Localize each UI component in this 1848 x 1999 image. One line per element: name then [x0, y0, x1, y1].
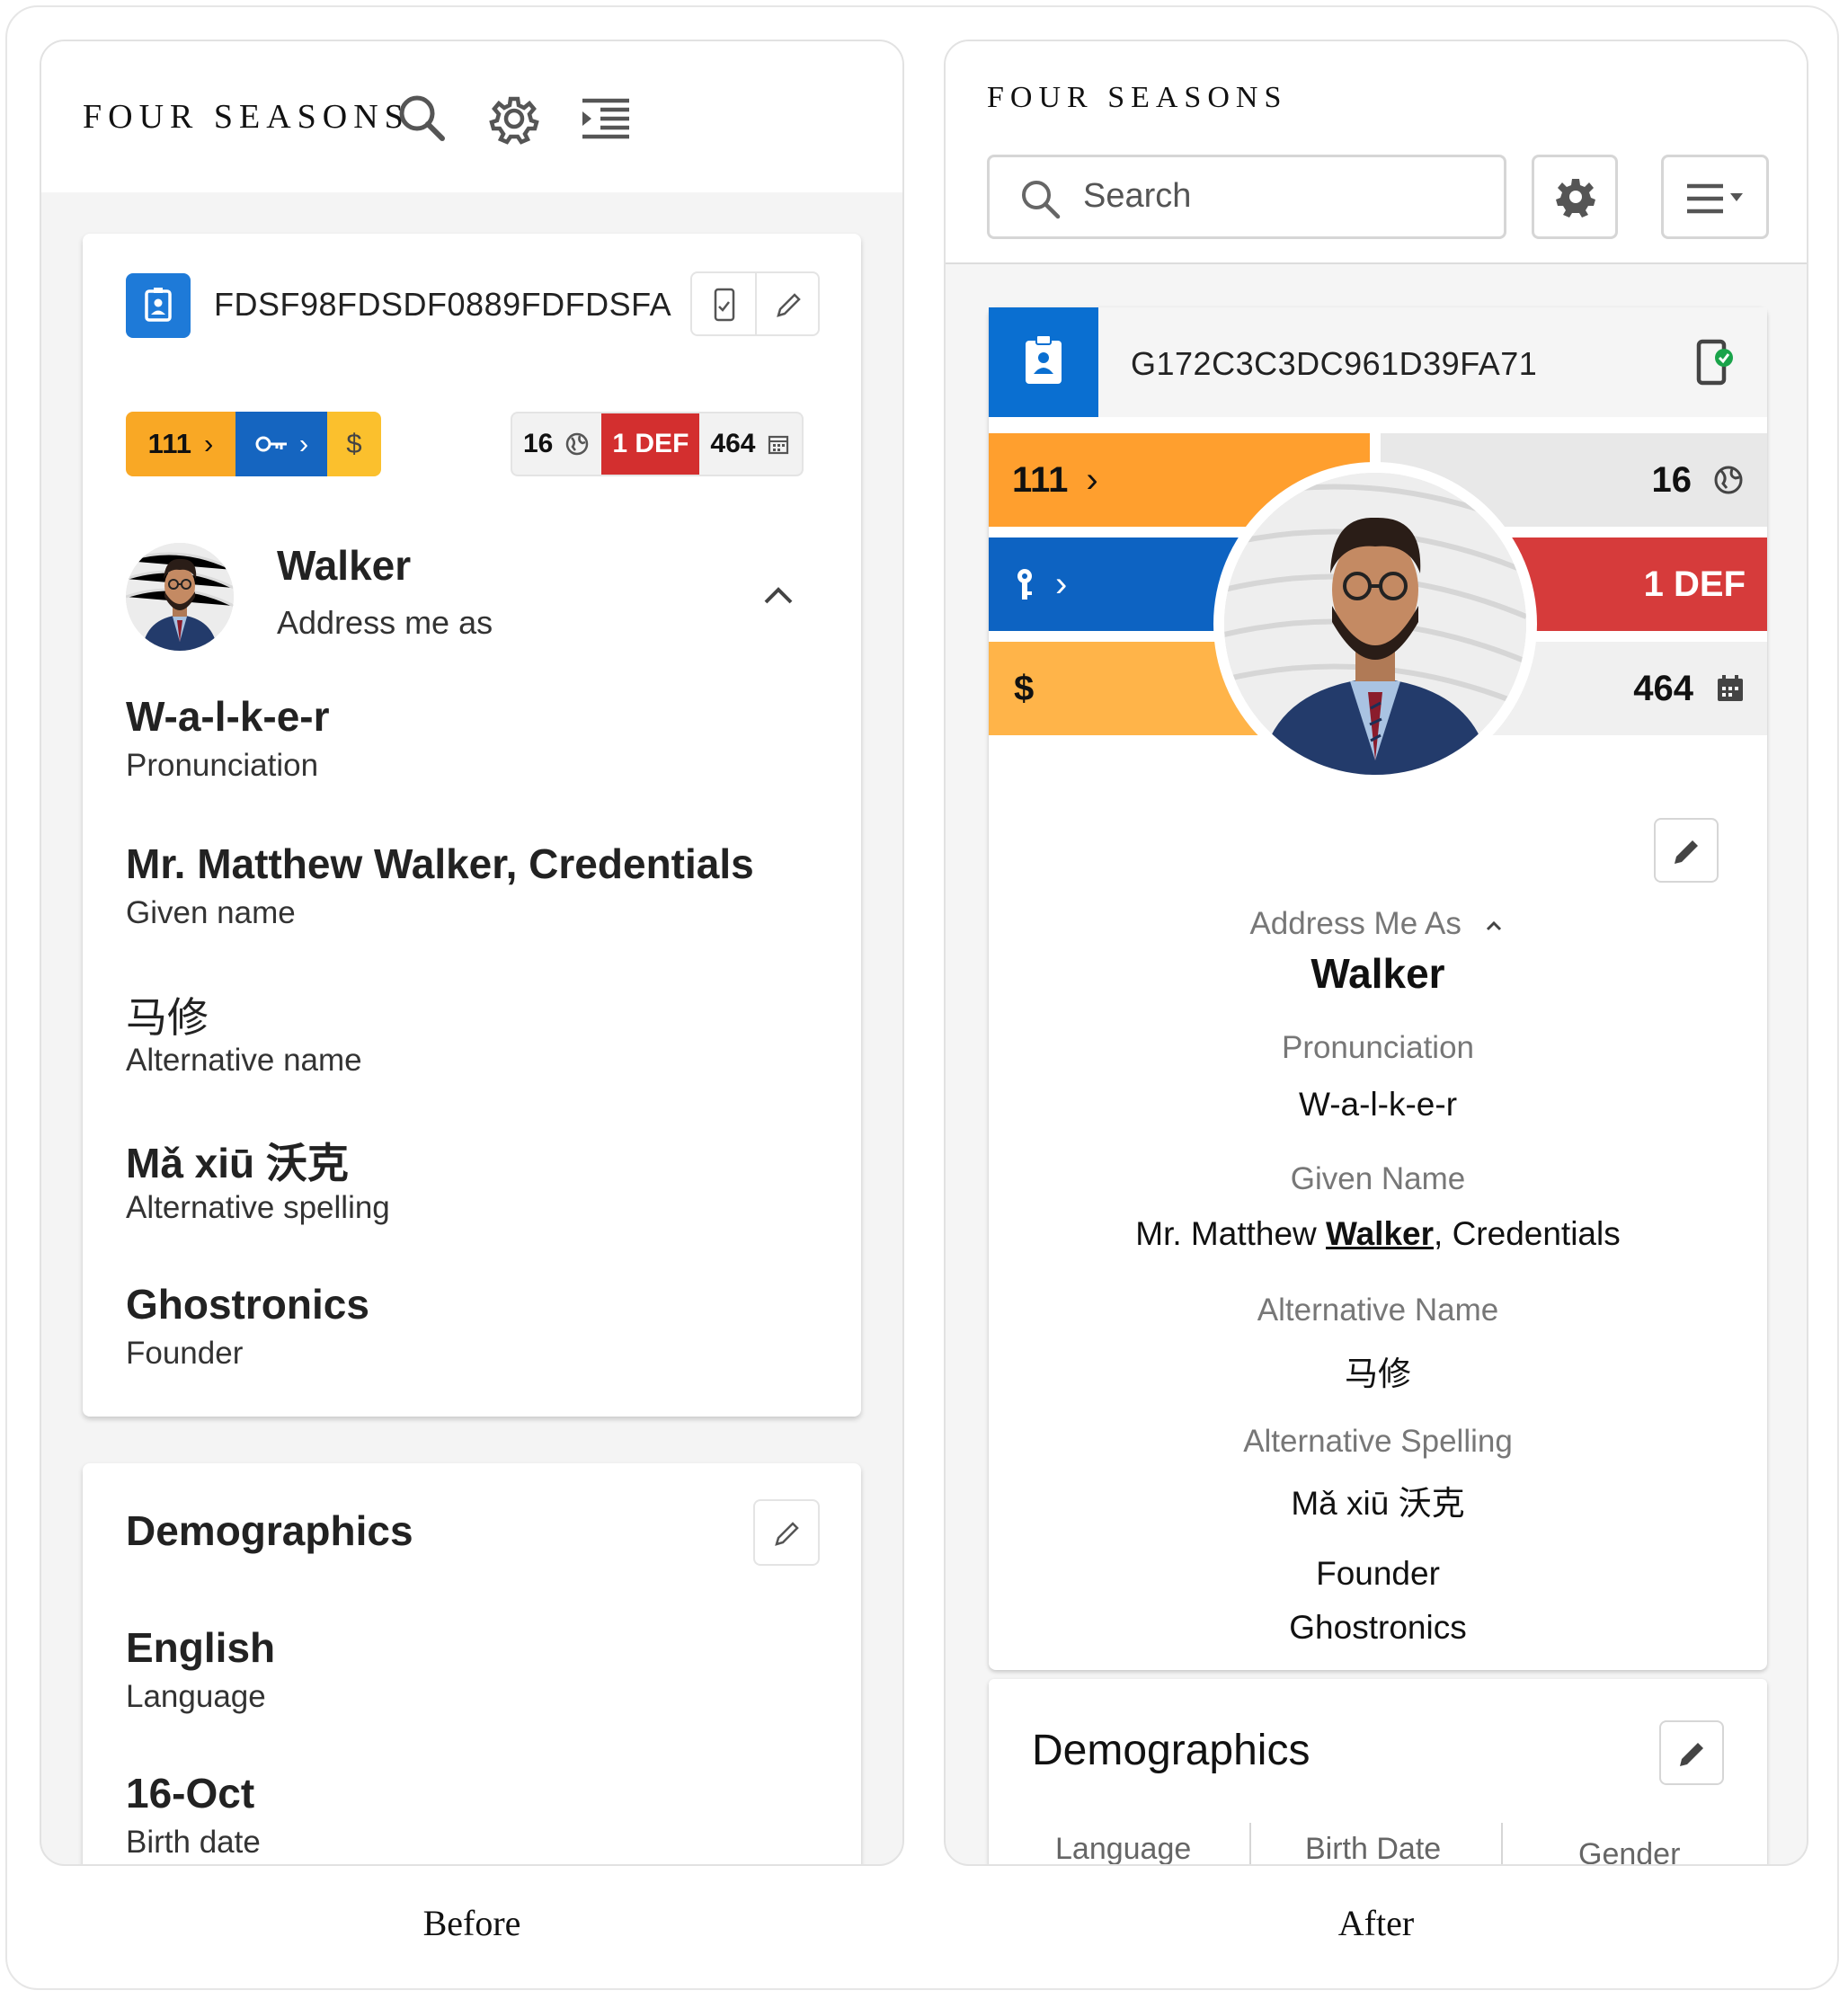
- app-header: FOUR SEASONS: [41, 41, 902, 192]
- display-name-label: Address me as: [277, 604, 493, 641]
- caption-after: After: [1337, 1903, 1415, 1943]
- field-value-given-name: Mr. Matthew Walker, Credentials: [1135, 1215, 1621, 1252]
- profile-edit-button[interactable]: [1654, 818, 1719, 883]
- search-icon[interactable]: [390, 86, 455, 151]
- search-placeholder: Search: [1083, 177, 1192, 215]
- field-value-given-name: Mr. Matthew Walker, Credentials: [126, 840, 754, 887]
- chip-dollar[interactable]: $: [327, 412, 381, 476]
- avatar: [1213, 462, 1537, 786]
- calendar-icon: [1718, 675, 1743, 701]
- column-gender: Gender: [1578, 1837, 1681, 1866]
- field-value-alt-name: 马修: [1345, 1355, 1411, 1392]
- field-value-birth-date: 16-Oct: [126, 1770, 255, 1817]
- display-name: Walker: [1310, 950, 1445, 997]
- chevron-right-icon: ›: [203, 428, 214, 459]
- field-value-pronunciation: W-a-l-k-e-r: [1298, 1086, 1458, 1123]
- field-label-alt-name: Alternative name: [126, 1043, 362, 1078]
- chip-111[interactable]: 111 ›: [126, 412, 235, 476]
- app-header: FOUR SEASONS Search: [946, 41, 1807, 264]
- globe-icon: [1714, 466, 1743, 494]
- edit-pencil-icon: [1675, 840, 1698, 864]
- demographics-title: Demographics: [126, 1507, 413, 1554]
- calendar-icon: [769, 435, 789, 455]
- column-divider: [1501, 1823, 1503, 1864]
- field-label-given-name: Given Name: [1290, 1161, 1466, 1196]
- after-screen: FOUR SEASONS Search G172C3C3DC961D39FA71…: [944, 40, 1808, 1866]
- search-icon: [1022, 181, 1061, 219]
- address-me-as-toggle[interactable]: Address Me As: [989, 906, 1767, 942]
- field-label-alt-spelling: Alternative Spelling: [1243, 1424, 1513, 1459]
- stat-days[interactable]: 464: [699, 413, 802, 475]
- edit-pencil-icon[interactable]: [769, 285, 809, 324]
- edit-pencil-icon: [775, 1522, 799, 1546]
- before-screen: FOUR SEASONS FDSF98FDSDF0889FDFDSFA 111 …: [40, 40, 904, 1866]
- field-value-alt-spelling: Mǎ xiū 沃克: [1291, 1485, 1465, 1522]
- id-row: G172C3C3DC961D39FA71: [989, 307, 1767, 417]
- id-card-icon: [126, 273, 191, 338]
- column-language: Language: [1055, 1832, 1192, 1866]
- stats-group: 16 1 DEF 464: [511, 412, 804, 476]
- field-value-company: Ghostronics: [126, 1281, 369, 1328]
- id-card-icon: [989, 307, 1098, 417]
- chevron-right-icon: ›: [298, 428, 309, 459]
- brand-logo: FOUR SEASONS: [83, 98, 410, 136]
- chevron-right-icon: ›: [1055, 564, 1068, 604]
- chevron-up-icon: [1486, 920, 1501, 930]
- mobile-verified-icon[interactable]: [1692, 338, 1742, 388]
- record-id: FDSF98FDSDF0889FDFDSFA: [214, 286, 672, 323]
- mobile-check-icon[interactable]: [705, 285, 744, 324]
- key-icon: [255, 436, 287, 452]
- field-label-title: Founder: [126, 1336, 244, 1371]
- demographics-edit-button[interactable]: [1659, 1720, 1724, 1785]
- gear-icon: [1556, 179, 1595, 218]
- field-value-language: English: [126, 1624, 276, 1671]
- record-actions: [690, 271, 820, 336]
- demographics-edit-button[interactable]: [753, 1499, 820, 1566]
- profile-card: FDSF98FDSDF0889FDFDSFA 111 › › $ 16 1 DEF…: [83, 234, 861, 1417]
- field-value-alt-name: 马修: [126, 994, 209, 1041]
- avatar: [126, 543, 234, 651]
- field-label-given-name: Given name: [126, 895, 296, 930]
- profile-card: G172C3C3DC961D39FA71 111 › 16 › 1 DEF $ 4…: [989, 307, 1767, 1670]
- field-label-language: Language: [126, 1679, 266, 1714]
- field-label-pronunciation: Pronunciation: [126, 748, 319, 783]
- preferred-name-highlight: Walker: [1326, 1215, 1435, 1252]
- field-label-birth-date: Birth date: [126, 1825, 261, 1860]
- brand-logo: FOUR SEASONS: [987, 81, 1288, 114]
- column-divider: [1249, 1823, 1251, 1864]
- globe-icon: [566, 432, 589, 456]
- job-title: Founder: [1316, 1555, 1440, 1592]
- field-value-alt-spelling: Mǎ xiū 沃克: [126, 1140, 349, 1186]
- menu-icon: [1687, 183, 1743, 214]
- chip-key[interactable]: ›: [235, 412, 327, 476]
- field-value-pronunciation: W-a-l-k-e-r: [126, 693, 330, 740]
- caret-down-icon: [1730, 193, 1743, 201]
- caption-before: Before: [422, 1903, 521, 1943]
- demographics-card: Demographics Language Birth Date Gender: [989, 1679, 1767, 1866]
- menu-icon[interactable]: [573, 86, 638, 151]
- settings-button[interactable]: [1532, 155, 1618, 239]
- chevron-up-icon[interactable]: [757, 573, 800, 617]
- demographics-card: Demographics English Language 16-Oct Bir…: [83, 1463, 861, 1864]
- edit-pencil-icon: [1680, 1743, 1703, 1766]
- gear-icon[interactable]: [482, 86, 546, 151]
- column-birth-date: Birth Date: [1305, 1832, 1442, 1866]
- field-label-alt-spelling: Alternative spelling: [126, 1190, 390, 1225]
- company-name: Ghostronics: [1289, 1609, 1467, 1646]
- display-name: Walker: [277, 542, 412, 589]
- key-icon: [1017, 569, 1032, 600]
- status-chips: 111 › › $: [126, 412, 381, 476]
- stat-count[interactable]: 16: [512, 413, 601, 475]
- menu-dropdown-button[interactable]: [1661, 155, 1769, 239]
- field-label-pronunciation: Pronunciation: [1281, 1030, 1475, 1065]
- stat-def[interactable]: 1 DEF: [601, 413, 700, 475]
- chevron-right-icon: ›: [1086, 459, 1098, 500]
- search-input[interactable]: Search: [987, 155, 1506, 239]
- demographics-title: Demographics: [1032, 1727, 1310, 1774]
- record-id: G172C3C3DC961D39FA71: [1131, 345, 1538, 382]
- field-label-alt-name: Alternative Name: [1257, 1293, 1499, 1328]
